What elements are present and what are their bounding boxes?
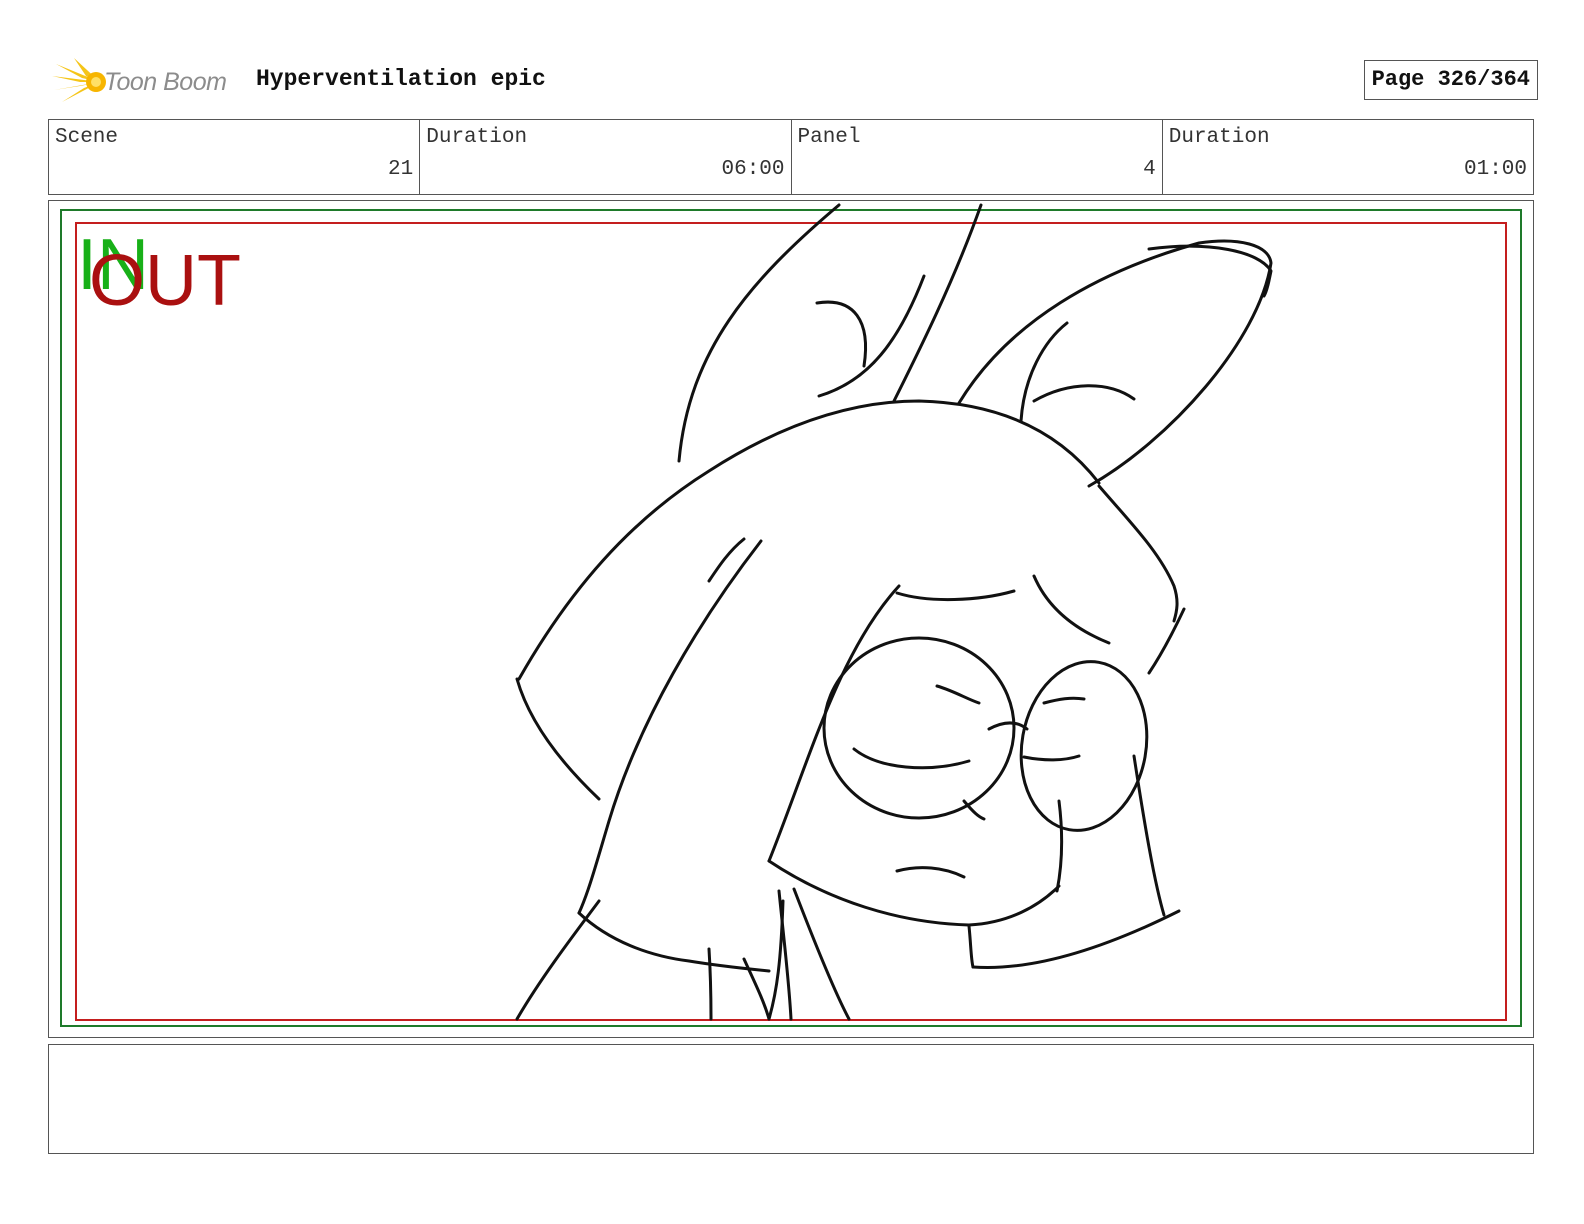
page-number: Page 326/364 — [1363, 60, 1538, 100]
left-ear-inner — [815, 300, 867, 368]
glasses-bridge — [987, 721, 1029, 731]
hair-left-side — [515, 677, 601, 801]
panel-value: 4 — [1143, 158, 1156, 181]
bangs — [895, 589, 1016, 602]
header: Toon Boom Hyperventilation epic Page 326… — [52, 52, 1538, 108]
tie-left — [707, 947, 713, 1021]
scene-duration-label: Duration — [426, 126, 528, 149]
collar-left — [515, 899, 601, 1021]
right-eyebrow — [1042, 696, 1086, 705]
mouth — [895, 866, 966, 879]
right-ear-inner — [1019, 321, 1069, 423]
nose — [962, 799, 986, 821]
panel-duration-cell: Duration 01:00 — [1163, 120, 1533, 194]
character-sketch — [515, 203, 1273, 1021]
neck-right — [967, 924, 975, 969]
project-title: Hyperventilation epic — [256, 66, 546, 92]
logo-text: Toon Boom — [104, 68, 227, 96]
out-marker: OUT — [89, 241, 241, 321]
hair-right-strand — [1147, 607, 1186, 675]
right-ear-outer — [957, 239, 1273, 488]
face-bottom — [767, 859, 1061, 927]
scene-info-table: Scene 21 Duration 06:00 Panel 4 Duration… — [48, 119, 1534, 195]
neck-left — [577, 911, 771, 973]
antenna-stroke — [892, 203, 983, 403]
hair-inner-left-2 — [707, 537, 746, 583]
panel-duration-label: Duration — [1168, 126, 1270, 149]
hair-top — [517, 399, 1101, 681]
right-ear-fold — [1032, 384, 1136, 403]
left-ear-stroke — [677, 203, 841, 463]
left-ear-edge — [817, 274, 926, 398]
tie-cross — [767, 899, 785, 1021]
tie-right — [792, 887, 851, 1021]
scene-cell: Scene 21 — [49, 120, 421, 194]
left-eyebrow — [935, 684, 981, 705]
panel-label: Panel — [797, 126, 861, 149]
hair-right-back — [1132, 754, 1166, 917]
hair-right-side — [1097, 484, 1179, 623]
scene-duration-cell: Duration 06:00 — [420, 120, 792, 194]
left-lens — [822, 636, 1016, 820]
hair-inner-left — [577, 539, 763, 915]
right-lens — [1019, 660, 1149, 832]
scene-value: 21 — [388, 158, 414, 181]
toon-boom-logo: Toon Boom — [52, 56, 242, 106]
face-right — [1055, 799, 1064, 893]
panel-duration-value: 01:00 — [1463, 158, 1527, 181]
storyboard-panel: IN OUT — [48, 200, 1534, 1038]
bangs-right — [1032, 574, 1111, 645]
panel-cell: Panel 4 — [792, 120, 1163, 194]
scene-label: Scene — [55, 126, 119, 149]
face-left — [767, 584, 901, 863]
panel-notes-box[interactable] — [48, 1044, 1534, 1154]
right-eye — [1022, 754, 1081, 762]
tie-mid — [742, 957, 771, 1021]
starburst-icon — [52, 58, 106, 102]
left-eye — [852, 747, 971, 770]
scene-duration-value: 06:00 — [721, 158, 785, 181]
